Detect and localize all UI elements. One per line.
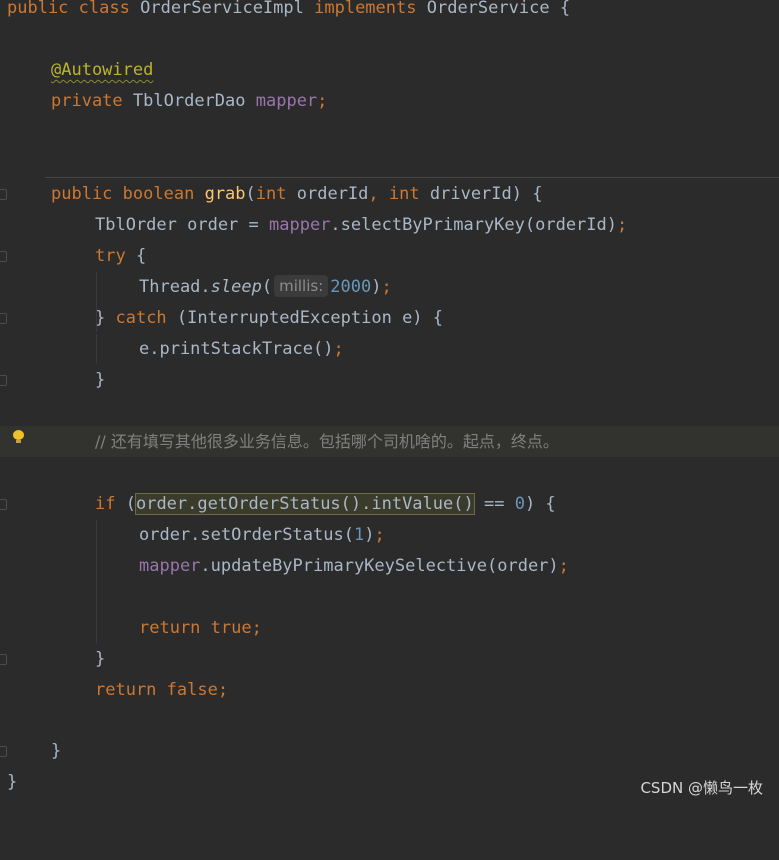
type-int: int: [388, 184, 420, 204]
field-ref-mapper: mapper: [269, 215, 331, 235]
keyword-boolean: boolean: [122, 184, 195, 204]
class-ref-thread: Thread.: [139, 277, 211, 297]
keyword-implements: implements: [314, 0, 417, 18]
code-line-method-declaration[interactable]: public boolean grab(int orderId, int dri…: [0, 179, 779, 210]
code-line-if[interactable]: if (order.getOrderStatus().intValue() ==…: [0, 489, 779, 520]
code-comment: // 还有填写其他很多业务信息。包括哪个司机啥的。起点，终点。: [95, 432, 559, 451]
fold-marker-icon[interactable]: [0, 499, 7, 510]
code-line-comment[interactable]: // 还有填写其他很多业务信息。包括哪个司机啥的。起点，终点。: [0, 426, 779, 457]
code-line-sleep[interactable]: Thread.sleep(millis: 2000);: [0, 272, 779, 303]
static-method-sleep: sleep: [210, 277, 262, 297]
lightbulb-base: [16, 440, 21, 443]
indent-guide: [96, 334, 97, 364]
indent-guide: [96, 520, 97, 644]
fold-marker-icon[interactable]: [0, 375, 7, 386]
highlighted-expression: order.getOrderStatus().intValue(): [134, 493, 475, 515]
interface-name: OrderService: [426, 0, 550, 18]
lightbulb-glass: [13, 430, 24, 440]
method-call: order.setOrderStatus(: [139, 525, 354, 545]
open-paren: (: [261, 277, 273, 297]
method-name: grab: [204, 184, 246, 204]
semicolon: ;: [251, 618, 262, 638]
code-line-field[interactable]: private TblOrderDao mapper;: [0, 86, 779, 117]
field-type: TblOrderDao: [132, 91, 246, 111]
parameter-hint-millis: millis:: [274, 275, 329, 297]
code-line-set-status[interactable]: order.setOrderStatus(1);: [0, 520, 779, 551]
code-line-try[interactable]: try {: [0, 241, 779, 272]
number-literal: 0: [514, 494, 525, 514]
keyword-return: return: [95, 680, 157, 700]
indent-guide: [96, 272, 97, 332]
field-name: mapper: [255, 91, 318, 111]
fold-marker-icon[interactable]: [0, 654, 7, 665]
semicolon: ;: [617, 215, 628, 235]
semicolon: ;: [217, 680, 229, 700]
field-ref-mapper: mapper: [139, 556, 201, 576]
code-editor[interactable]: public class OrderServiceImpl implements…: [0, 0, 779, 807]
semicolon: ;: [374, 525, 385, 545]
type-int: int: [255, 184, 287, 204]
method-call: .updateByPrimaryKeySelective(order): [200, 556, 559, 576]
fold-marker-icon[interactable]: [0, 746, 7, 757]
close-brace: }: [7, 772, 18, 792]
code-line-catch[interactable]: } catch (InterruptedException e) {: [0, 303, 779, 334]
close-brace: }: [95, 370, 106, 390]
close-paren-brace: ) {: [524, 494, 556, 514]
number-literal: 1: [353, 525, 365, 545]
semicolon: ;: [381, 277, 392, 297]
keyword-class: class: [78, 0, 130, 18]
code-line-update[interactable]: mapper.updateByPrimaryKeySelective(order…: [0, 551, 779, 582]
keyword-public: public: [7, 0, 69, 18]
local-var-decl: TblOrder order =: [95, 215, 269, 235]
fold-marker-icon[interactable]: [0, 251, 7, 262]
close-brace: }: [95, 649, 106, 669]
close-paren: ): [371, 277, 382, 297]
lightbulb-icon[interactable]: [13, 430, 24, 444]
operator-equals: ==: [473, 494, 515, 514]
watermark: CSDN @懒鸟一枚: [640, 779, 763, 797]
literal-true: true: [210, 618, 252, 638]
code-line-close-brace[interactable]: }: [0, 736, 779, 767]
close-paren-brace: ) {: [511, 184, 543, 204]
open-paren: (: [245, 184, 256, 204]
code-line-select[interactable]: TblOrder order = mapper.selectByPrimaryK…: [0, 210, 779, 241]
close-brace: }: [51, 741, 62, 761]
open-paren: (: [115, 494, 136, 514]
method-separator: [45, 177, 779, 178]
code-line-return-true[interactable]: return true;: [0, 613, 779, 644]
semicolon: ;: [558, 556, 569, 576]
code-line-annotation[interactable]: @Autowired: [0, 55, 779, 86]
literal-false: false: [166, 680, 218, 700]
catch-params: (InterruptedException e) {: [166, 308, 444, 328]
keyword-if: if: [95, 494, 116, 514]
fold-marker-icon[interactable]: [0, 313, 7, 324]
close-brace: }: [95, 308, 116, 328]
class-name: OrderServiceImpl: [140, 0, 304, 18]
code-line-return-false[interactable]: return false;: [0, 675, 779, 706]
semicolon: ;: [317, 91, 328, 111]
annotation-autowired: @Autowired: [51, 60, 154, 80]
param-orderId: orderId: [296, 184, 369, 204]
open-brace: {: [559, 0, 571, 18]
fold-marker-icon[interactable]: [0, 189, 7, 200]
keyword-catch: catch: [115, 308, 167, 328]
close-paren: ): [364, 525, 375, 545]
comma: ,: [368, 184, 379, 204]
keyword-public: public: [51, 184, 113, 204]
keyword-private: private: [51, 91, 123, 111]
number-literal: 2000: [330, 277, 372, 297]
code-line-close-brace[interactable]: }: [0, 644, 779, 675]
code-line-print-stack-trace[interactable]: e.printStackTrace();: [0, 334, 779, 365]
code-line-class-declaration[interactable]: public class OrderServiceImpl implements…: [0, 0, 779, 24]
param-driverId: driverId: [429, 184, 512, 204]
keyword-return: return: [139, 618, 201, 638]
open-brace: {: [125, 246, 147, 266]
keyword-try: try: [95, 246, 126, 266]
semicolon: ;: [333, 339, 344, 359]
method-call: .selectByPrimaryKey(orderId): [330, 215, 617, 235]
method-call: e.printStackTrace(): [139, 339, 334, 359]
code-line-close-brace[interactable]: }: [0, 365, 779, 396]
